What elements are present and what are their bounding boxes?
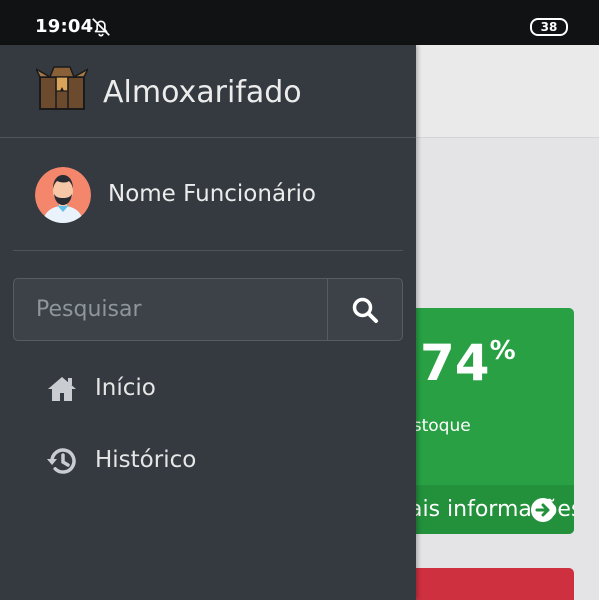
app-title: Almoxarifado xyxy=(103,75,302,110)
user-panel[interactable]: Nome Funcionário xyxy=(0,138,416,250)
nav-item-historico[interactable]: Histórico xyxy=(0,430,416,490)
app-header xyxy=(416,45,599,138)
search-input[interactable] xyxy=(14,279,327,340)
battery-indicator: 38 xyxy=(530,18,568,36)
bell-off-icon xyxy=(92,18,110,37)
nav-item-inicio[interactable]: Início xyxy=(0,358,416,418)
nav-item-label: Histórico xyxy=(95,447,197,473)
brand[interactable]: Almoxarifado xyxy=(0,45,416,138)
box-logo-icon xyxy=(36,66,88,110)
search-icon xyxy=(352,297,378,323)
stock-percentage: 74% xyxy=(420,334,516,392)
status-bar: 19:04 38 xyxy=(0,0,599,45)
status-time: 19:04 xyxy=(35,16,94,37)
search-button[interactable] xyxy=(327,279,402,340)
user-name: Nome Funcionário xyxy=(108,181,316,207)
history-icon xyxy=(47,448,76,474)
avatar xyxy=(35,167,91,223)
arrow-circle-right-icon xyxy=(531,498,555,522)
divider xyxy=(13,250,403,251)
home-icon xyxy=(48,377,76,401)
search-form xyxy=(13,278,403,341)
navigation-drawer: Almoxarifado Nome Funcionário Início xyxy=(0,45,416,600)
nav-item-label: Início xyxy=(95,375,156,401)
